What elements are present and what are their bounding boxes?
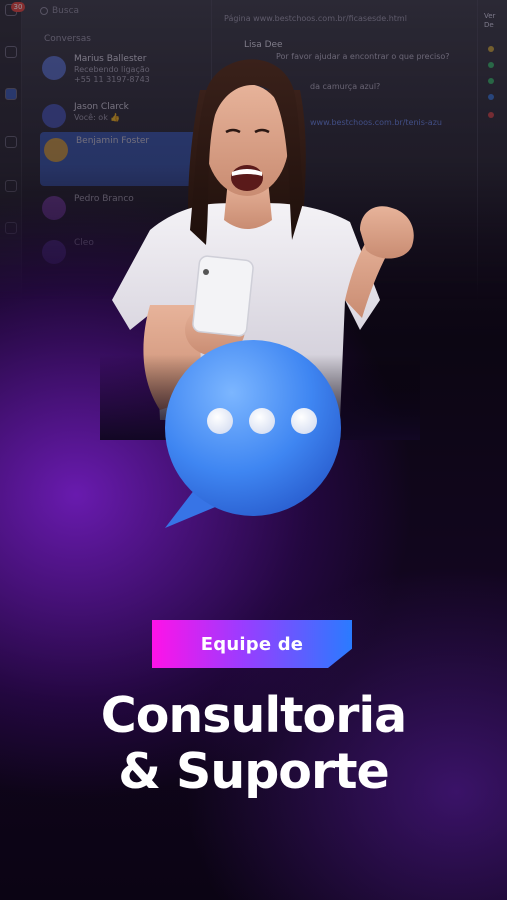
hero-illustration	[100, 59, 420, 528]
headline-line-2: & Suporte	[118, 743, 390, 800]
team-tag: Equipe de	[152, 620, 352, 668]
headline-line-1: Consultoria	[100, 687, 407, 744]
promo-banner: 30 Busca Conversas Marius Ballester Rece…	[0, 0, 507, 900]
tag-label: Equipe de	[200, 633, 304, 655]
headline: Consultoria & Suporte	[0, 688, 507, 800]
typing-dot	[207, 408, 233, 434]
typing-dot	[249, 408, 275, 434]
typing-dot	[291, 408, 317, 434]
chat-bubble-icon	[165, 340, 341, 528]
